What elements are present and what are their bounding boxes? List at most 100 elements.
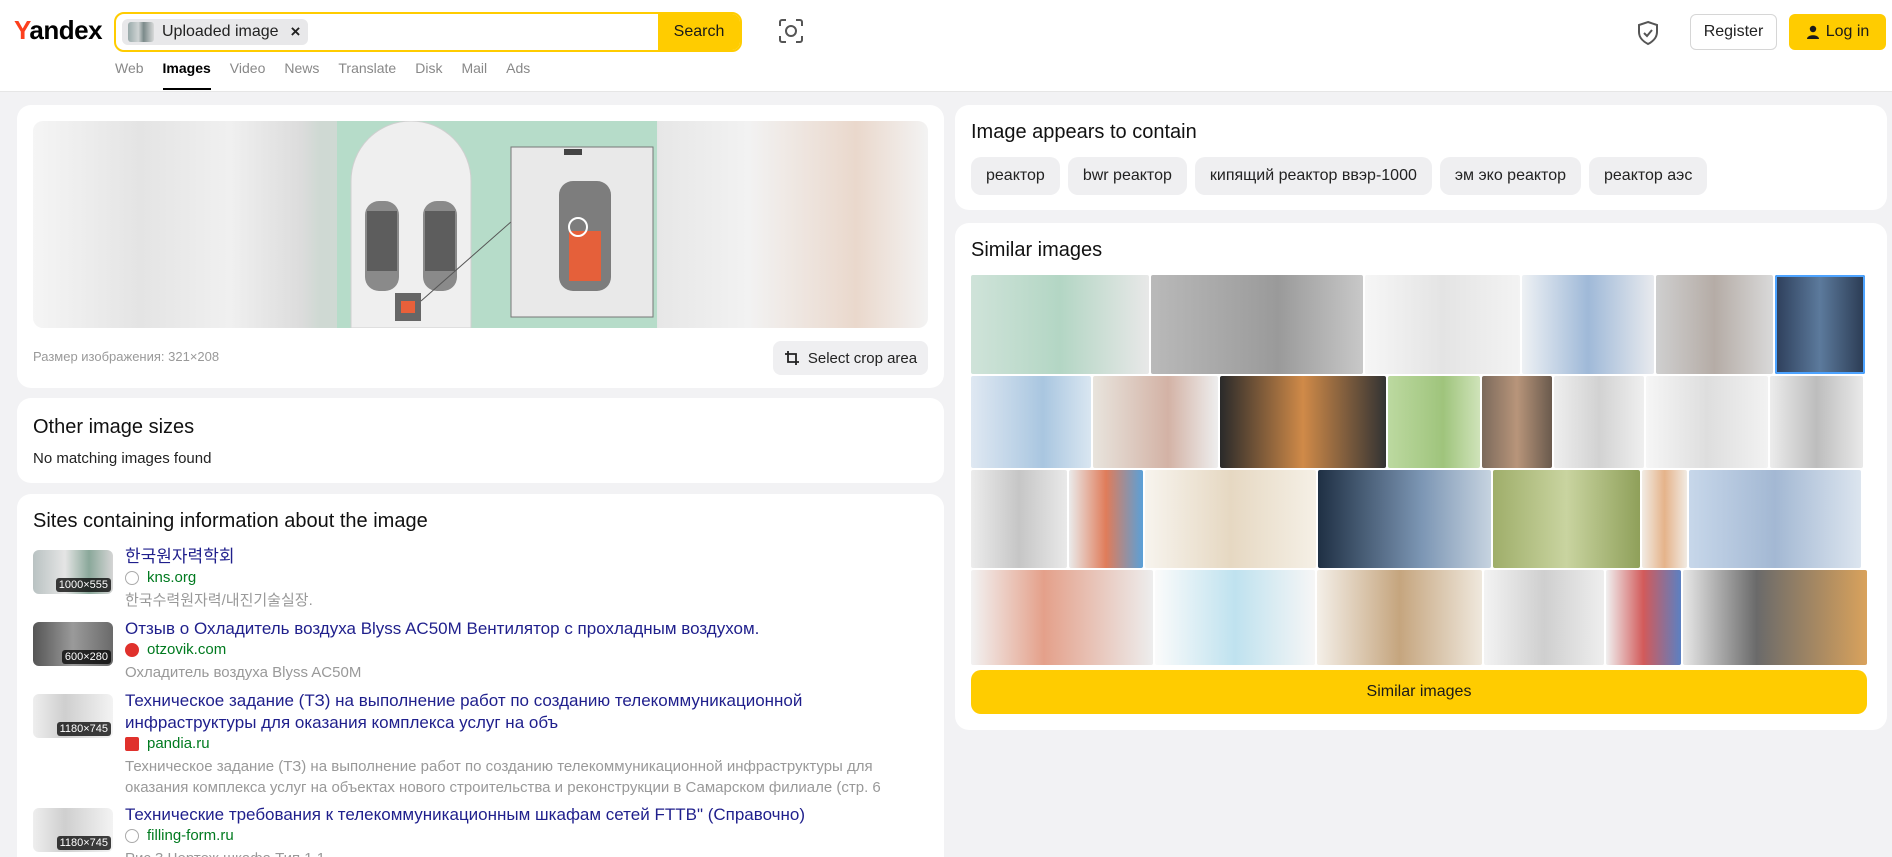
uploaded-image-chip[interactable]: Uploaded image ×	[122, 19, 309, 45]
similar-image[interactable]	[1554, 376, 1644, 468]
service-tabs: Web Images Video News Translate Disk Mail Ads	[115, 60, 549, 90]
no-matching-text: No matching images found	[33, 450, 212, 467]
image-preview-stage	[33, 121, 928, 328]
tag-chip[interactable]: реактор	[971, 157, 1060, 195]
search-box[interactable]: Uploaded image × Search	[114, 12, 742, 52]
site-domain[interactable]: otzovik.com	[125, 641, 226, 658]
similar-image[interactable]	[1155, 570, 1315, 665]
shield-icon[interactable]	[1636, 20, 1660, 46]
tab-mail[interactable]: Mail	[461, 60, 487, 90]
site-domain[interactable]: kns.org	[125, 569, 196, 586]
similar-row	[971, 376, 1867, 468]
site-title-link[interactable]: Техническое задание (ТЗ) на выполнение р…	[125, 690, 905, 734]
similar-image[interactable]	[1689, 470, 1861, 568]
site-description: Охладитель воздуха Blyss AC50M	[125, 664, 362, 681]
pandia-favicon-icon	[125, 736, 139, 751]
similar-image[interactable]	[1642, 470, 1687, 568]
similar-image[interactable]	[1220, 376, 1386, 468]
site-domain-label: otzovik.com	[147, 641, 227, 658]
site-title-link[interactable]: Отзыв о Охладитель воздуха Blyss AC50M В…	[125, 618, 905, 640]
similar-image[interactable]	[1482, 376, 1552, 468]
logo-text: andex	[29, 15, 103, 45]
similar-image[interactable]	[1093, 376, 1218, 468]
similar-image[interactable]	[1606, 570, 1681, 665]
remove-image-icon[interactable]: ×	[291, 22, 301, 42]
similar-image[interactable]	[1069, 470, 1143, 568]
tag-list: реактор bwr реактор кипящий реактор ввэр…	[971, 157, 1708, 195]
similar-images-title: Similar images	[971, 239, 1103, 261]
image-contains-title: Image appears to contain	[971, 121, 1197, 143]
tag-chip[interactable]: эм эко реактор	[1439, 157, 1581, 195]
yandex-logo[interactable]: Yandex	[14, 15, 103, 46]
similar-image[interactable]	[1770, 376, 1863, 468]
site-thumbnail[interactable]: 1180×745	[33, 694, 113, 738]
image-contains-card: Image appears to contain реактор bwr реа…	[955, 105, 1887, 210]
site-thumbnail[interactable]: 1180×745	[33, 808, 113, 852]
register-button[interactable]: Register	[1690, 14, 1777, 50]
site-description: Техническое задание (ТЗ) на выполнение р…	[125, 758, 881, 796]
site-thumbnail[interactable]: 1000×555	[33, 550, 113, 594]
thumbnail-size-badge: 1180×745	[56, 722, 111, 736]
uploaded-image-label: Uploaded image	[162, 23, 279, 40]
similar-image[interactable]	[1318, 470, 1491, 568]
other-sizes-title: Other image sizes	[33, 416, 195, 438]
similar-image[interactable]	[971, 275, 1149, 374]
similar-image[interactable]	[1493, 470, 1640, 568]
tab-disk[interactable]: Disk	[415, 60, 442, 90]
similar-image[interactable]	[1145, 470, 1316, 568]
similar-image[interactable]	[1388, 376, 1480, 468]
crop-icon	[784, 351, 799, 365]
similar-image[interactable]	[1317, 570, 1482, 665]
similar-image[interactable]	[1522, 275, 1654, 374]
similar-image[interactable]	[1683, 570, 1867, 665]
tab-translate[interactable]: Translate	[338, 60, 396, 90]
similar-row	[971, 275, 1867, 374]
thumbnail-size-badge: 1180×745	[56, 836, 111, 850]
similar-image[interactable]	[1151, 275, 1363, 374]
tab-news[interactable]: News	[284, 60, 319, 90]
similar-image[interactable]	[1484, 570, 1604, 665]
site-title-link[interactable]: Технические требования к телекоммуникаци…	[125, 804, 905, 826]
otzovik-favicon-icon	[125, 642, 139, 657]
tab-video[interactable]: Video	[230, 60, 266, 90]
globe-icon	[125, 828, 139, 843]
similar-row	[971, 570, 1867, 665]
header: Yandex Uploaded image × Search Web Images…	[0, 0, 1892, 92]
similar-image[interactable]	[971, 470, 1067, 568]
similar-images-grid	[971, 275, 1867, 665]
tag-chip[interactable]: реактор аэс	[1589, 157, 1708, 195]
sites-title: Sites containing information about the i…	[33, 510, 428, 532]
tag-chip[interactable]: кипящий реактор ввэр-1000	[1194, 157, 1432, 195]
tab-web[interactable]: Web	[115, 60, 144, 90]
similar-image[interactable]	[1646, 376, 1768, 468]
select-crop-area-button[interactable]: Select crop area	[773, 341, 928, 375]
uploaded-image-preview[interactable]	[337, 121, 657, 328]
tab-images[interactable]: Images	[162, 60, 212, 90]
image-search-camera-icon[interactable]	[778, 18, 804, 44]
image-preview-card: Размер изображения: 321×208 Select crop …	[17, 105, 944, 388]
site-thumbnail[interactable]: 600×280	[33, 622, 113, 666]
image-size-label: Размер изображения: 321×208	[33, 349, 220, 364]
similar-image[interactable]	[1365, 275, 1520, 374]
tag-chip[interactable]: bwr реактор	[1067, 157, 1187, 195]
site-domain[interactable]: pandia.ru	[125, 735, 210, 752]
search-button[interactable]: Search	[658, 14, 740, 50]
login-button[interactable]: Log in	[1789, 14, 1886, 50]
thumbnail-size-badge: 600×280	[61, 650, 111, 664]
user-icon	[1806, 25, 1819, 39]
site-domain-label: pandia.ru	[147, 735, 210, 752]
similar-image[interactable]	[971, 570, 1153, 665]
similar-row	[971, 470, 1867, 568]
tab-ads[interactable]: Ads	[506, 60, 530, 90]
similar-image[interactable]	[971, 376, 1091, 468]
site-domain-label: kns.org	[147, 569, 197, 586]
uploaded-image-thumbnail	[128, 22, 154, 42]
globe-icon	[125, 570, 139, 585]
site-domain[interactable]: filling-form.ru	[125, 827, 234, 844]
similar-images-button[interactable]: Similar images	[971, 670, 1867, 714]
sites-card: Sites containing information about the i…	[17, 494, 944, 857]
site-title-link[interactable]: 한국원자력학회	[125, 546, 905, 568]
other-sizes-card: Other image sizes No matching images fou…	[17, 398, 944, 483]
similar-image[interactable]	[1656, 275, 1773, 374]
similar-image[interactable]	[1775, 275, 1865, 374]
